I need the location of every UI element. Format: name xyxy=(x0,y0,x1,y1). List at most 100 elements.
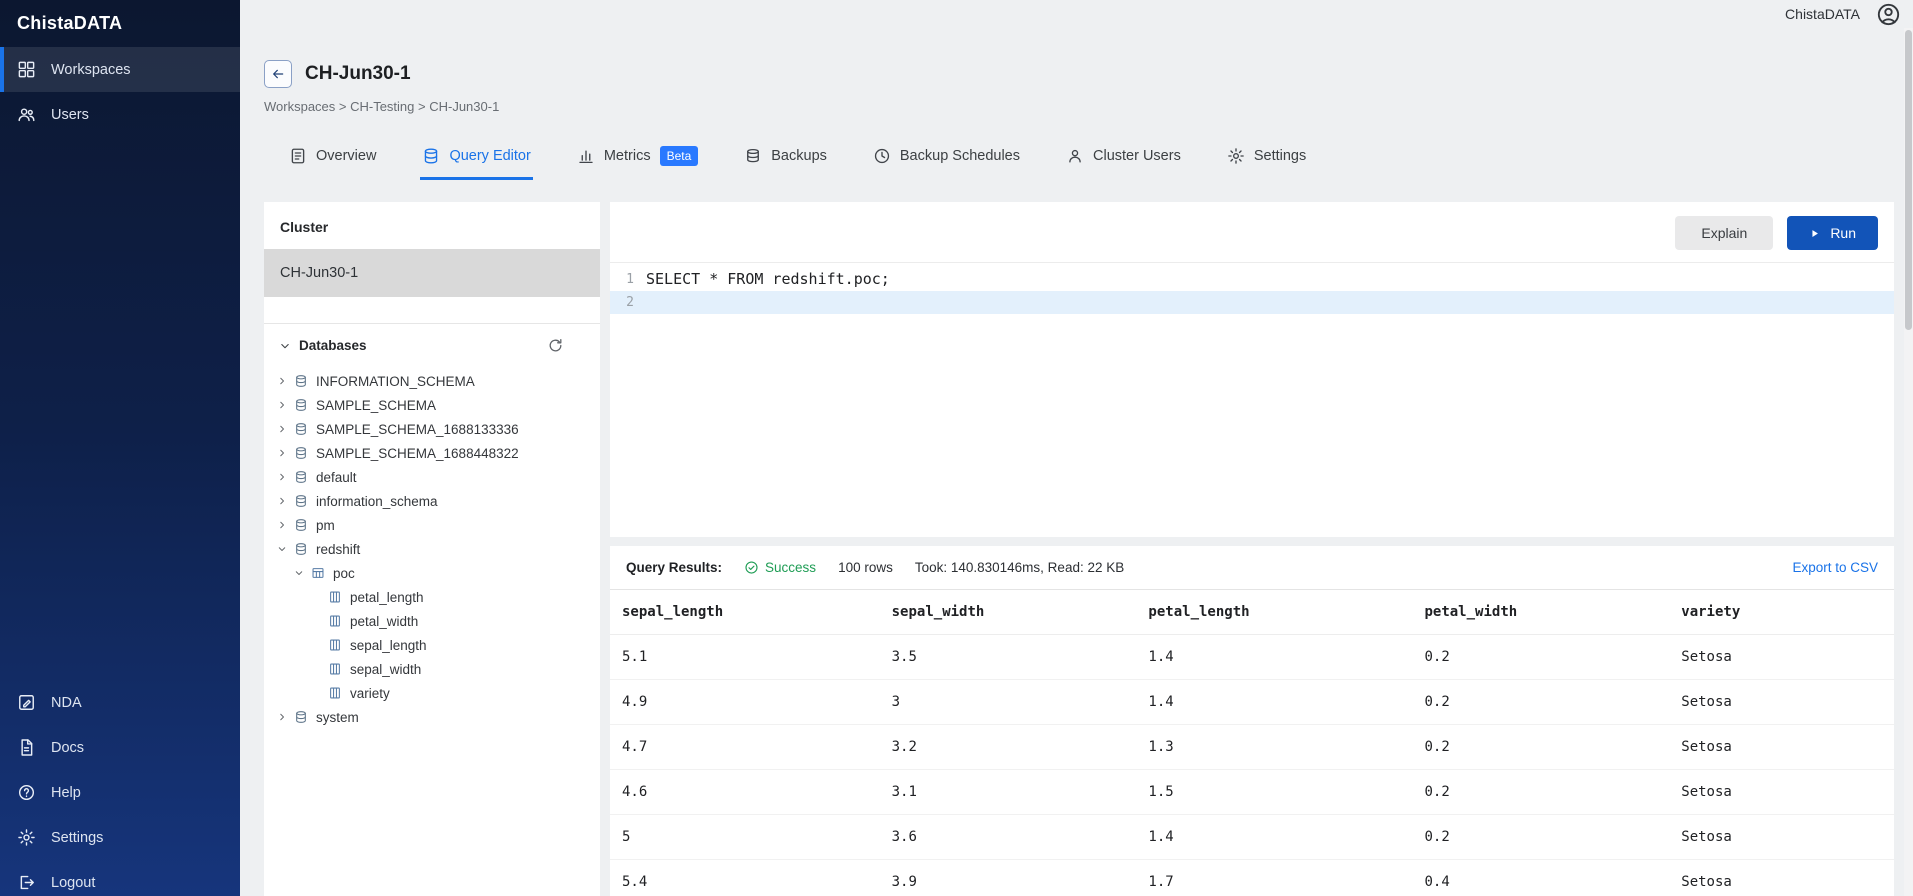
code-line[interactable]: 1 SELECT * FROM redshift.poc; xyxy=(610,268,1894,291)
tab-cluster-users[interactable]: Cluster Users xyxy=(1064,134,1183,180)
table-cell: 0.2 xyxy=(1412,769,1670,815)
tree-item-variety[interactable]: variety xyxy=(264,681,600,705)
explain-button[interactable]: Explain xyxy=(1675,216,1774,250)
code-line[interactable]: 2 xyxy=(610,291,1894,314)
help-circle-icon xyxy=(17,783,36,802)
tab-overview[interactable]: Overview xyxy=(287,134,378,180)
chevron-right-icon xyxy=(276,423,288,435)
table-cell: Setosa xyxy=(1669,724,1894,770)
tree-item-label: poc xyxy=(333,565,355,581)
tree-item-label: pm xyxy=(316,517,335,533)
back-button[interactable] xyxy=(264,60,292,88)
table-cell: Setosa xyxy=(1669,634,1894,680)
sidebar-item-workspaces[interactable]: Workspaces xyxy=(0,47,240,92)
sidebar-item-logout[interactable]: Logout xyxy=(0,860,240,896)
status-text: Success xyxy=(765,560,817,575)
sidebar-item-settings[interactable]: Settings xyxy=(0,815,240,860)
tree-item-label: sepal_length xyxy=(350,637,427,653)
tree-item-poc[interactable]: poc xyxy=(264,561,600,585)
tree-item-sepal-length[interactable]: sepal_length xyxy=(264,633,600,657)
sidebar-item-help[interactable]: Help xyxy=(0,770,240,815)
sidebar-footer-nav: NDA Docs Help Settings Logout xyxy=(0,680,240,896)
tab-metrics[interactable]: Metrics Beta xyxy=(575,134,700,180)
tab-query-editor[interactable]: Query Editor xyxy=(420,134,533,180)
table-row: 5 3.6 1.4 0.2 Setosa xyxy=(610,814,1894,860)
tree-item-petal-length[interactable]: petal_length xyxy=(264,585,600,609)
tree-item-information-schema[interactable]: INFORMATION_SCHEMA xyxy=(264,369,600,393)
chevron-down-icon xyxy=(276,543,288,555)
chevron-right-icon xyxy=(276,399,288,411)
export-csv-link[interactable]: Export to CSV xyxy=(1792,560,1878,575)
sidebar-item-label: Settings xyxy=(51,829,104,846)
scrollbar xyxy=(1904,28,1913,896)
page-title: CH-Jun30-1 xyxy=(305,63,411,84)
panels: Cluster CH-Jun30-1 Databases INFORMATION… xyxy=(264,202,1913,896)
status-badge: Success xyxy=(744,560,816,575)
tree-item-label: INFORMATION_SCHEMA xyxy=(316,373,475,389)
document-icon xyxy=(17,738,36,757)
table-cell: 3.1 xyxy=(879,769,1137,815)
table-cell: 4.9 xyxy=(610,679,880,725)
table-cell: 1.7 xyxy=(1136,859,1413,896)
chevron-right-icon xyxy=(276,375,288,387)
sidebar-item-users[interactable]: Users xyxy=(0,92,240,137)
sidebar-item-label: Users xyxy=(51,106,89,123)
sidebar-item-docs[interactable]: Docs xyxy=(0,725,240,770)
cluster-panel: Cluster CH-Jun30-1 Databases INFORMATION… xyxy=(264,202,600,896)
sidebar-item-label: NDA xyxy=(51,694,82,711)
tab-label: Metrics xyxy=(603,147,651,164)
column-icon xyxy=(328,590,342,604)
table-cell: 0.4 xyxy=(1412,859,1670,896)
sidebar-nav: Workspaces Users xyxy=(0,47,240,137)
tree-item-sample-schema[interactable]: SAMPLE_SCHEMA xyxy=(264,393,600,417)
refresh-icon[interactable] xyxy=(547,337,564,354)
table-cell: 5.1 xyxy=(610,634,880,680)
topbar: ChistaDATA xyxy=(240,0,1913,28)
tree-item-information-schema[interactable]: information_schema xyxy=(264,489,600,513)
line-number: 1 xyxy=(626,272,634,287)
tree-item-redshift[interactable]: redshift xyxy=(264,537,600,561)
tree-item-sepal-width[interactable]: sepal_width xyxy=(264,657,600,681)
avatar-icon[interactable] xyxy=(1876,2,1901,27)
table-cell: 4.7 xyxy=(610,724,880,770)
table-cell: 5.4 xyxy=(610,859,880,896)
databases-section-header[interactable]: Databases xyxy=(264,324,600,363)
tree-item-pm[interactable]: pm xyxy=(264,513,600,537)
breadcrumb[interactable]: Workspaces > CH-Testing > CH-Jun30-1 xyxy=(264,99,1913,114)
databases-label: Databases xyxy=(299,338,367,353)
database-icon xyxy=(294,494,308,508)
query-stats: Took: 140.830146ms, Read: 22 KB xyxy=(914,560,1125,575)
users-icon xyxy=(17,105,36,124)
table-cell: 4.6 xyxy=(610,769,880,815)
signature-icon xyxy=(17,693,36,712)
tree-item-label: SAMPLE_SCHEMA_1688133336 xyxy=(316,421,519,437)
tree-item-system[interactable]: system xyxy=(264,705,600,729)
editor-toolbar: Explain Run xyxy=(610,202,1894,263)
results-table-head: sepal_length sepal_width petal_length petal… xyxy=(610,590,1894,635)
results-label: Query Results: xyxy=(626,560,723,575)
table-cell: Setosa xyxy=(1669,679,1894,725)
scrollbar-thumb[interactable] xyxy=(1905,30,1912,330)
cluster-selected-item[interactable]: CH-Jun30-1 xyxy=(264,249,600,297)
tree-item-petal-width[interactable]: petal_width xyxy=(264,609,600,633)
tree-item-default[interactable]: default xyxy=(264,465,600,489)
run-button[interactable]: Run xyxy=(1787,216,1878,250)
tree-item-label: petal_width xyxy=(350,613,419,629)
table-cell: 1.3 xyxy=(1136,724,1413,770)
table-cell: 3.9 xyxy=(879,859,1137,896)
column-header-sepal-width: sepal_width xyxy=(879,590,1137,635)
chevron-right-icon xyxy=(276,519,288,531)
database-icon xyxy=(294,518,308,532)
sidebar-item-nda[interactable]: NDA xyxy=(0,680,240,725)
tree-item-sample-schema-1688448322[interactable]: SAMPLE_SCHEMA_1688448322 xyxy=(264,441,600,465)
results-header: Query Results: Success 100 rows Took: 14… xyxy=(610,546,1894,590)
database-icon xyxy=(294,446,308,460)
tab-backup-schedules[interactable]: Backup Schedules xyxy=(871,134,1022,180)
column-icon xyxy=(328,614,342,628)
table-cell: 3.6 xyxy=(879,814,1137,860)
tree-item-sample-schema-1688133336[interactable]: SAMPLE_SCHEMA_1688133336 xyxy=(264,417,600,441)
tab-settings[interactable]: Settings xyxy=(1225,134,1308,180)
code-editor[interactable]: 1 SELECT * FROM redshift.poc; 2 xyxy=(610,263,1894,537)
results-panel: Query Results: Success 100 rows Took: 14… xyxy=(610,546,1894,896)
tab-backups[interactable]: Backups xyxy=(742,134,829,180)
